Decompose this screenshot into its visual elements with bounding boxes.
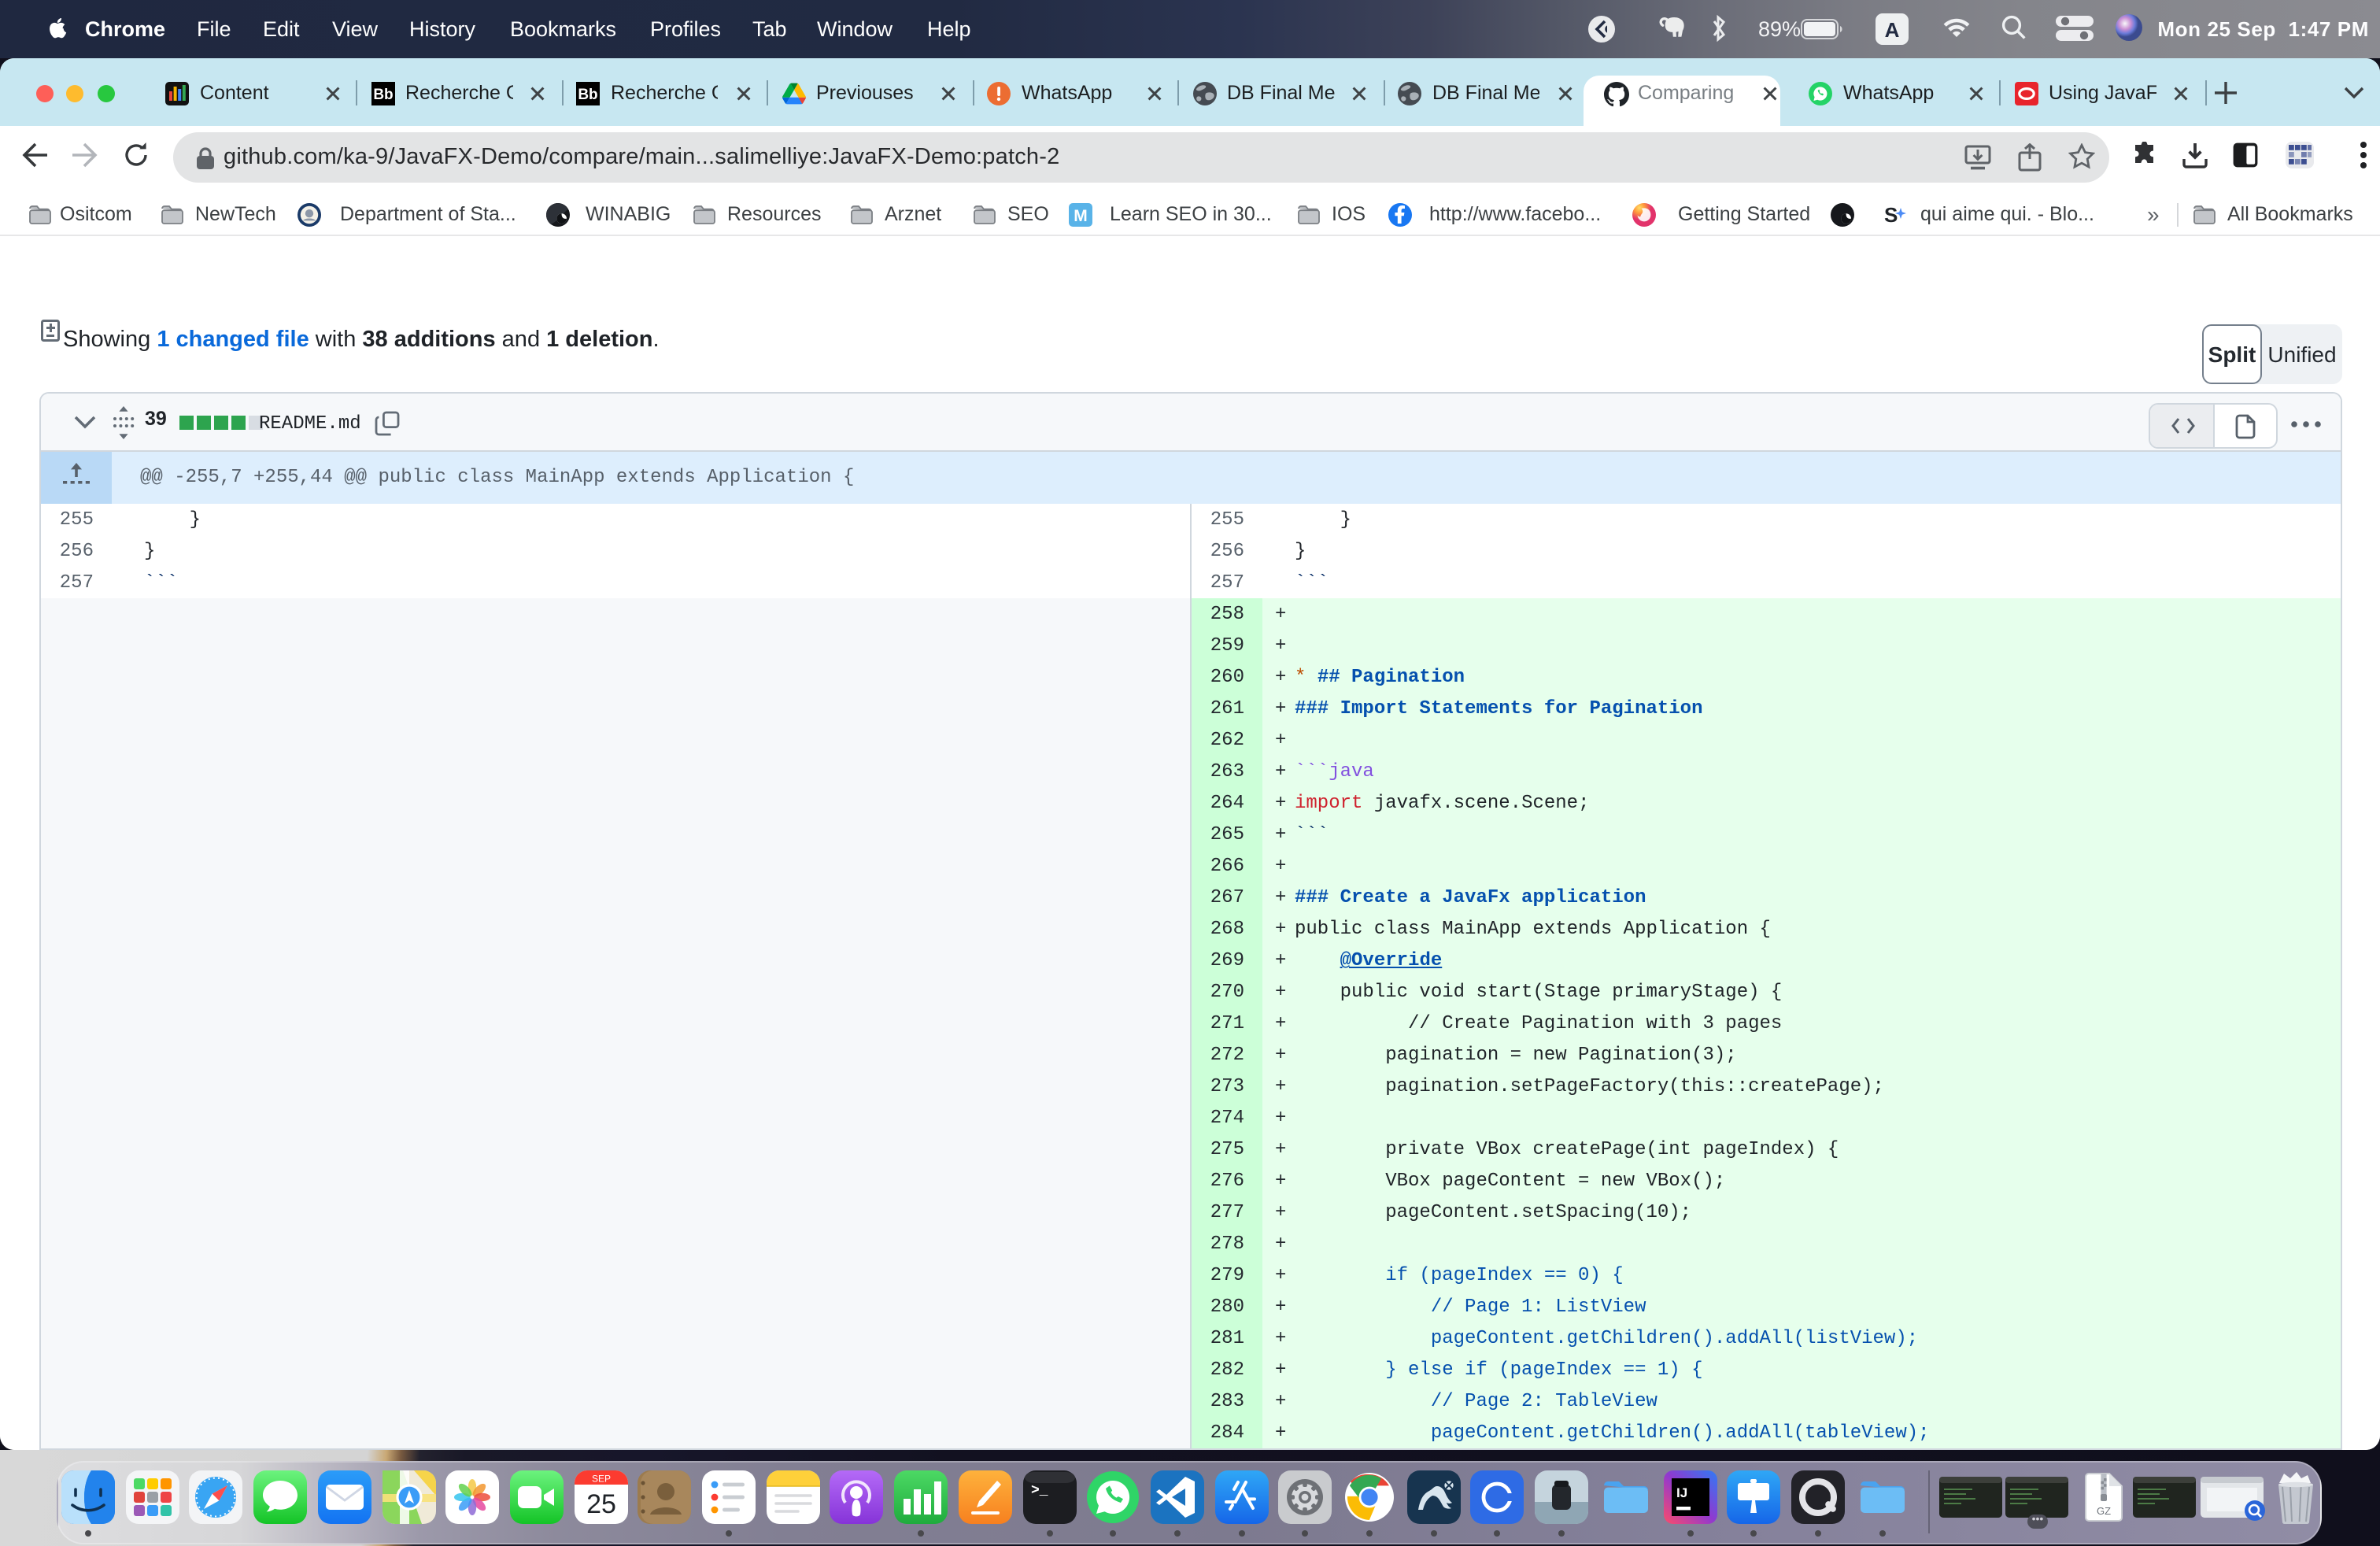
svg-text:Bb: Bb [372, 87, 392, 103]
svg-text:M: M [1074, 207, 1088, 225]
svg-text:25: 25 [586, 1489, 615, 1519]
svg-text:Bb: Bb [578, 87, 597, 103]
svg-text:S: S [1884, 203, 1898, 227]
svg-text:GZ: GZ [2097, 1505, 2111, 1517]
svg-text:IJ: IJ [1676, 1485, 1687, 1500]
svg-text:>_: >_ [1030, 1483, 1048, 1499]
svg-text:A: A [1885, 18, 1900, 42]
svg-text:SEP: SEP [591, 1473, 610, 1484]
